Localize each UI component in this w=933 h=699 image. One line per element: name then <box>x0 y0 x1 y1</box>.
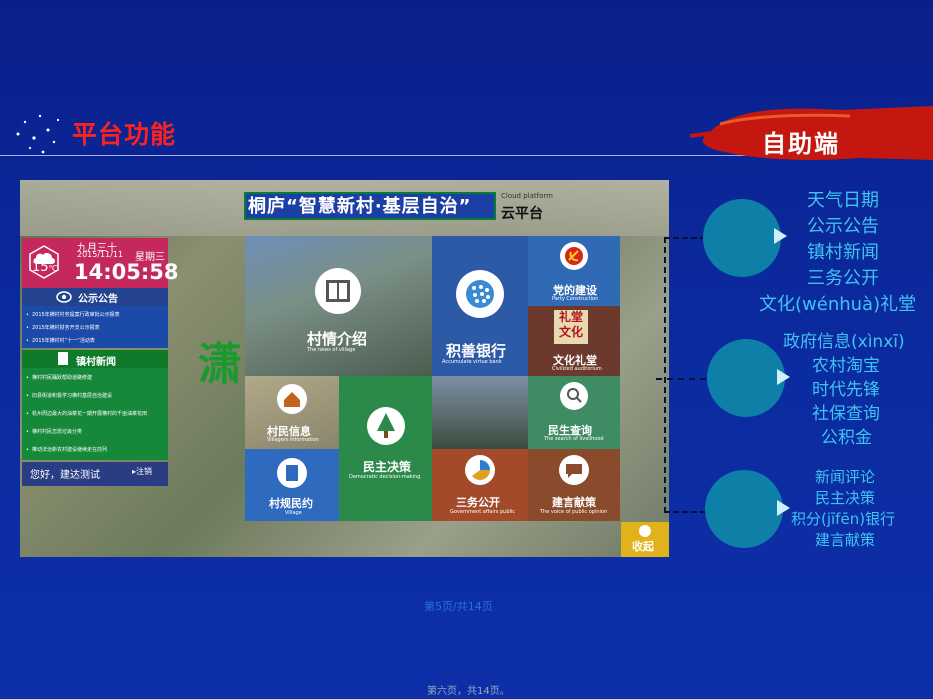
chevron-down-icon <box>639 525 651 537</box>
tile-villager-info[interactable]: 村民信息 Villagers information <box>245 376 339 449</box>
notice-item[interactable]: 2015年横村村务提案行政审批公示报表 <box>26 311 120 318</box>
self-service-banner-label: 自助端 <box>762 130 840 158</box>
tile-sublabel: Democratic decision-making <box>349 474 421 480</box>
book-icon <box>315 268 361 314</box>
culture-sign-icon: 礼堂文化 <box>554 310 588 344</box>
tile-public-advice[interactable]: 建言献策 The voice of public opinion <box>528 449 620 521</box>
user-greeting: 您好，建达测试 <box>30 470 100 481</box>
group-2-circle <box>707 339 785 417</box>
tile-sublabel: The news of village <box>307 347 356 353</box>
page-footer: 第六页，共14页。 <box>427 686 510 697</box>
arrow-right-icon <box>777 500 790 516</box>
tile-label: 积善银行 <box>446 342 507 360</box>
news-item[interactable]: 旧县街道积极学习横村基层自治建设 <box>26 392 112 399</box>
logout-label: 注销 <box>136 467 153 476</box>
page-indicator: 第5页/共14页 <box>424 600 493 613</box>
party-emblem-icon <box>560 242 588 270</box>
tile-sublabel: Government affairs public <box>450 509 516 515</box>
news-item[interactable]: 横村村民踊跃帮助道路修建 <box>26 374 92 381</box>
group-1-item: 天气日期 <box>807 190 879 211</box>
search-icon <box>560 382 588 410</box>
cloud-platform-cn: 云平台 <box>501 206 543 222</box>
news-item[interactable]: 杭州周边最大的油菜花一期开展横村的千亩油菜花田 <box>26 410 147 417</box>
tile-party-construction[interactable]: 党的建设 Party Construction <box>528 236 620 306</box>
group-2-item: 时代先锋 <box>812 380 880 400</box>
group-3-item: 建言献策 <box>815 531 876 549</box>
tile-sublabel: Accumulate virtue bank <box>442 359 502 365</box>
group-3-item: 新闻评论 <box>815 468 876 486</box>
tile-label: 民主决策 <box>363 460 412 474</box>
connector-bracket <box>664 237 706 513</box>
group-2-item: 政府信息(xìnxī) <box>783 332 905 352</box>
tile-photo-boat[interactable] <box>432 376 528 449</box>
tile-label: 村规民约 <box>269 497 313 510</box>
tile-virtue-bank[interactable]: 积善银行 Accumulate virtue bank <box>432 236 528 376</box>
tile-livelihood-search[interactable]: 民生查询 The search of livelihood <box>528 376 620 449</box>
tile-sublabel: The search of livelihood <box>544 436 604 442</box>
tree-icon <box>367 407 405 445</box>
group-2-item: 公积金 <box>821 428 872 448</box>
tile-label: 建言献策 <box>552 496 596 509</box>
kiosk-screenshot: 桐庐“智慧新村·基层自治” Cloud platform 云平台 潇 15℃ 九… <box>20 180 669 557</box>
tile-three-affairs[interactable]: 三务公开 Government affairs public <box>432 449 528 521</box>
clock-time: 14:05:58 <box>74 260 179 284</box>
group-1-item: 镇村新闻 <box>807 242 879 263</box>
group-2-item: 农村淘宝 <box>812 356 880 376</box>
stars-decoration <box>16 114 60 154</box>
house-icon <box>277 384 307 414</box>
tile-sublabel: Village <box>285 510 302 516</box>
group-2-item: 社保查询 <box>812 404 880 424</box>
tile-democratic-decision[interactable]: 民主决策 Democratic decision-making <box>339 376 432 521</box>
group-3-circle <box>705 470 783 548</box>
group-3-item: 积分(jīfēn)银行 <box>791 510 896 528</box>
tile-label: 三务公开 <box>456 496 500 509</box>
tile-village-rules[interactable]: 村规民约 Village <box>245 449 339 521</box>
date: 2015/11/11 <box>77 250 124 259</box>
tile-sublabel: Civilized auditorium <box>552 366 602 372</box>
tile-culture-hall[interactable]: 礼堂文化 文化礼堂 Civilized auditorium <box>528 306 620 376</box>
chat-bubble-icon <box>559 455 589 485</box>
newspaper-icon <box>58 352 68 365</box>
notice-item[interactable]: 2015年横村财务开支公示报表 <box>26 324 100 331</box>
group-1-item: 三务公开 <box>807 268 879 289</box>
tile-village-intro[interactable]: 村情介绍 The news of village <box>245 236 432 376</box>
tile-sublabel: Party Construction <box>552 296 599 302</box>
platform-title: 桐庐“智慧新村·基层自治” <box>248 196 472 217</box>
news-item[interactable]: 横村村民志愿垃圾分类 <box>26 428 82 435</box>
notice-item[interactable]: 2015年横村村“十一”活动表 <box>26 337 95 344</box>
news-list: 横村村民踊跃帮助道路修建 旧县街道积极学习横村基层自治建设 杭州周边最大的油菜花… <box>22 368 168 460</box>
dotted-sphere-icon <box>456 270 504 318</box>
tile-sublabel: The voice of public opinion <box>540 509 608 515</box>
group-1-circle <box>703 199 781 277</box>
group-1-item: 文化(wénhuà)礼堂 <box>759 294 917 315</box>
notice-title: 公示公告 <box>78 294 118 305</box>
slide-title: 平台功能 <box>72 120 177 149</box>
notice-list: 2015年横村村务提案行政审批公示报表 2015年横村财务开支公示报表 2015… <box>22 306 168 348</box>
group-1-item: 公示公告 <box>807 216 879 237</box>
tile-label: 村情介绍 <box>307 330 368 348</box>
document-icon <box>277 458 307 488</box>
arrow-right-icon <box>777 369 790 385</box>
pie-icon <box>465 455 495 485</box>
background-sign-glyph: 潇 <box>198 339 242 390</box>
news-title: 镇村新闻 <box>76 357 116 368</box>
group-3-item: 民主决策 <box>815 489 876 507</box>
eye-icon <box>56 291 72 303</box>
arrow-right-icon <box>774 228 787 244</box>
news-item[interactable]: 推动法治新农村建设继续走在前列 <box>26 446 107 453</box>
tile-sublabel: Villagers information <box>267 437 319 443</box>
cloud-platform-en: Cloud platform <box>501 192 553 200</box>
connector-line <box>656 378 706 380</box>
collapse-label: 收起 <box>632 540 654 553</box>
logout-button[interactable]: ▸注销 <box>132 466 152 477</box>
temperature: 15℃ <box>32 260 58 275</box>
